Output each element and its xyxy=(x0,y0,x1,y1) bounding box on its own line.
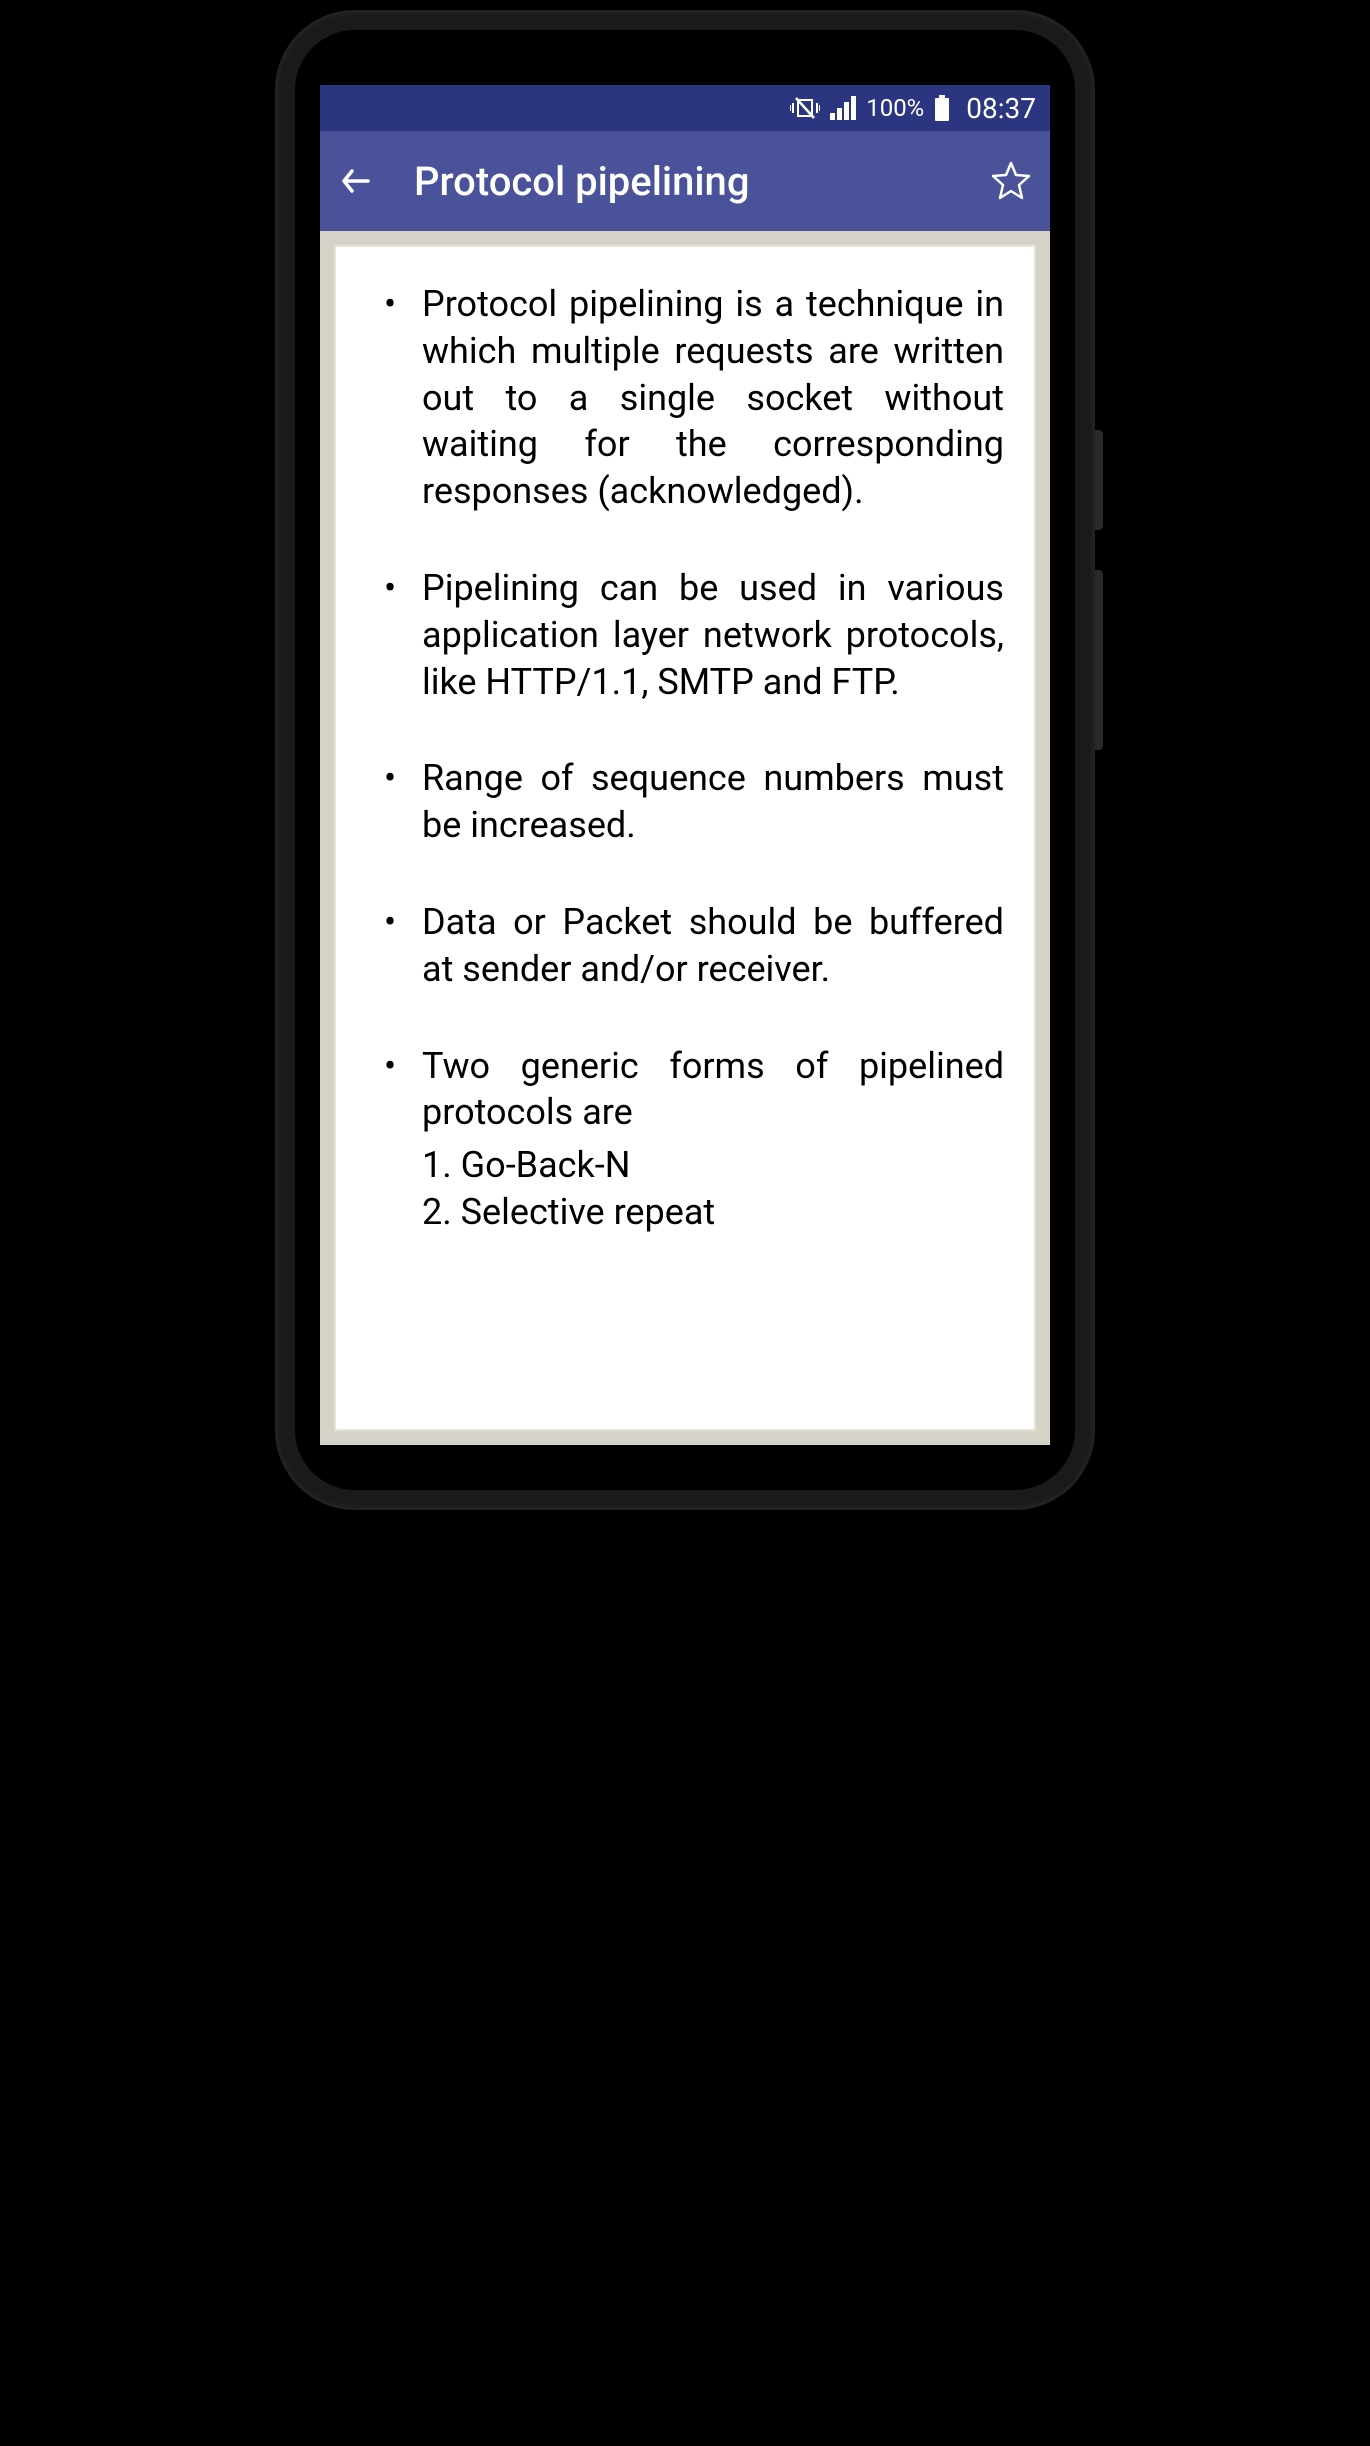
screen: 100% 08:37 Protocol pipelining xyxy=(320,85,1050,1445)
sub-lines: 1. Go-Back-N 2. Selective repeat xyxy=(422,1142,1004,1236)
list-item-text: Range of sequence numbers must be increa… xyxy=(422,757,1004,846)
list-item-text: Protocol pipelining is a technique in wh… xyxy=(422,283,1004,512)
cellular-signal-icon xyxy=(830,96,856,120)
list-item: Two generic forms of pipelined protocols… xyxy=(366,1043,1004,1236)
content-area[interactable]: Protocol pipelining is a technique in wh… xyxy=(320,231,1050,1445)
vibrate-muted-icon xyxy=(790,95,820,121)
battery-percent: 100% xyxy=(866,94,924,122)
list-item-text: Pipelining can be used in various applic… xyxy=(422,567,1004,703)
list-item: Data or Packet should be buffered at sen… xyxy=(366,899,1004,993)
page-title: Protocol pipelining xyxy=(414,158,950,205)
phone-frame: 100% 08:37 Protocol pipelining xyxy=(275,10,1095,1510)
battery-full-icon xyxy=(934,95,950,121)
star-outline-icon xyxy=(990,160,1032,202)
content-card: Protocol pipelining is a technique in wh… xyxy=(334,245,1036,1431)
favorite-button[interactable] xyxy=(990,160,1032,202)
sub-line: 2. Selective repeat xyxy=(422,1189,1004,1236)
app-bar: Protocol pipelining xyxy=(320,131,1050,231)
list-item: Pipelining can be used in various applic… xyxy=(366,565,1004,705)
status-bar: 100% 08:37 xyxy=(320,85,1050,131)
status-time: 08:37 xyxy=(966,92,1036,125)
list-item: Protocol pipelining is a technique in wh… xyxy=(366,281,1004,515)
sub-line: 1. Go-Back-N xyxy=(422,1142,1004,1189)
back-button[interactable] xyxy=(338,163,374,199)
bullet-list: Protocol pipelining is a technique in wh… xyxy=(366,281,1004,1236)
phone-side-button xyxy=(1095,570,1103,750)
phone-side-button xyxy=(1095,430,1103,530)
list-item-text: Data or Packet should be buffered at sen… xyxy=(422,901,1004,990)
arrow-back-icon xyxy=(338,163,374,199)
phone-inner: 100% 08:37 Protocol pipelining xyxy=(295,30,1075,1490)
list-item-text: Two generic forms of pipelined protocols… xyxy=(422,1045,1004,1134)
list-item: Range of sequence numbers must be increa… xyxy=(366,755,1004,849)
